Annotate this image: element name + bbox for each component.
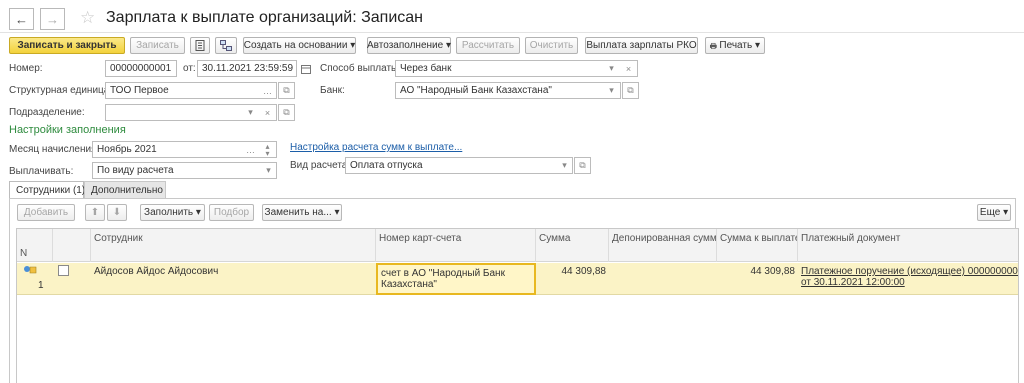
open-link-icon[interactable]: ⧉ [574, 157, 591, 174]
clear-x-icon[interactable]: × [620, 60, 637, 77]
calc-type-label: Вид расчета: [290, 160, 351, 171]
header-n[interactable]: N [17, 229, 53, 262]
printer-icon [710, 42, 717, 49]
header-employee[interactable]: Сотрудник [91, 229, 376, 262]
print-button[interactable]: Печать ▾ [705, 37, 765, 54]
create-based-on-button[interactable]: Создать на основании ▾ [243, 37, 356, 54]
document-list-icon[interactable] [190, 37, 210, 54]
chevron-down-icon: ▾ [1003, 207, 1009, 218]
row-checkbox[interactable] [58, 265, 69, 276]
payment-doc-link-line2[interactable]: от 30.11.2021 12:00:00 [801, 277, 1015, 288]
number-field[interactable]: 00000000001 [105, 60, 177, 77]
chevron-down-icon[interactable]: ▾ [556, 157, 573, 174]
chevron-down-icon[interactable]: ▾ [260, 162, 277, 179]
add-row-button[interactable]: Добавить [17, 204, 75, 221]
number-label: Номер: [9, 63, 43, 74]
payroll-rko-button[interactable]: Выплата зарплаты РКО [585, 37, 698, 54]
clear-button[interactable]: Очистить [525, 37, 578, 54]
settings-calc-link[interactable]: Настройка расчета сумм к выплате... [290, 142, 462, 153]
bank-field[interactable]: АО "Народный Банк Казахстана" [395, 82, 621, 99]
unit-label: Структурная единица: [9, 85, 113, 96]
tab-employees[interactable]: Сотрудники (1) [9, 181, 85, 199]
calendar-icon[interactable] [297, 60, 314, 77]
arrow-left-icon: ← [15, 11, 28, 27]
save-and-close-button[interactable]: Записать и закрыть [9, 37, 125, 54]
settings-section-title: Настройки заполнения [9, 124, 126, 136]
spin-stepper-icon[interactable]: ▴ ▾ [259, 141, 276, 158]
move-up-button[interactable]: ⬆ [85, 204, 105, 221]
calc-type-field[interactable]: Оплата отпуска [345, 157, 573, 174]
title-divider [0, 32, 1024, 33]
header-deposited[interactable]: Депонированная сумма [609, 229, 717, 262]
ellipsis-icon[interactable]: … [242, 141, 259, 158]
chevron-down-icon[interactable]: ▾ [242, 104, 259, 121]
replace-with-button[interactable]: Заменить на... ▾ [262, 204, 342, 221]
header-payment-doc[interactable]: Платежный документ [798, 229, 1018, 262]
subdivision-label: Подразделение: [9, 107, 85, 118]
table-header: N Сотрудник Номер карт-счета Сумма Депон… [17, 229, 1018, 262]
month-label: Месяц начисления: [9, 144, 100, 155]
chevron-down-icon[interactable]: ▾ [603, 82, 620, 99]
open-link-icon[interactable]: ⧉ [278, 104, 295, 121]
row-payment-doc[interactable]: Платежное поручение (исходящее) 00000000… [798, 263, 1018, 295]
row-sum[interactable]: 44 309,88 [536, 263, 609, 295]
date-field[interactable]: 30.11.2021 23:59:59 [197, 60, 297, 77]
chevron-down-icon: ▾ [195, 207, 201, 218]
chevron-down-icon[interactable]: ▾ [603, 60, 620, 77]
open-link-icon[interactable]: ⧉ [622, 82, 639, 99]
pay-field[interactable]: По виду расчета [92, 162, 277, 179]
bank-label: Банк: [320, 85, 345, 96]
payment-method-label: Способ выплаты: [320, 63, 402, 74]
table-row[interactable]: 1 Айдосов Айдос Айдосович счет в АО "Нар… [17, 263, 1018, 295]
header-to-pay[interactable]: Сумма к выплате [717, 229, 798, 262]
header-card-account[interactable]: Номер карт-счета [376, 229, 536, 262]
back-button[interactable]: ← [9, 8, 34, 30]
row-number: 1 [38, 280, 44, 291]
move-down-button[interactable]: ⬇ [107, 204, 127, 221]
row-card-account[interactable]: счет в АО "Народный Банк Казахстана" [376, 263, 536, 295]
tab-additional[interactable]: Дополнительно [84, 181, 166, 199]
row-deposited[interactable] [609, 263, 717, 295]
employees-table: N Сотрудник Номер карт-счета Сумма Депон… [16, 228, 1019, 383]
unit-field[interactable]: ТОО Первое [105, 82, 277, 99]
calculate-button[interactable]: Рассчитать [456, 37, 520, 54]
favorite-star-icon[interactable]: ☆ [80, 8, 95, 28]
chevron-down-icon: ▾ [445, 40, 451, 51]
chevron-down-icon: ▾ [754, 40, 760, 51]
arrow-down-icon: ⬇ [112, 207, 122, 218]
forward-button[interactable]: → [40, 8, 65, 30]
save-button[interactable]: Записать [130, 37, 185, 54]
clear-x-icon[interactable]: × [259, 104, 276, 121]
page-title: Зарплата к выплате организаций: Записан [106, 9, 423, 26]
row-to-pay[interactable]: 44 309,88 [717, 263, 798, 295]
chevron-down-icon: ▾ [334, 207, 340, 218]
chevron-down-icon: ▾ [350, 40, 356, 51]
more-button[interactable]: Еще ▾ [977, 204, 1011, 221]
payment-method-field[interactable]: Через банк [395, 60, 638, 77]
arrow-right-icon: → [46, 11, 59, 27]
row-employee[interactable]: Айдосов Айдос Айдосович [91, 263, 376, 295]
header-sum[interactable]: Сумма [536, 229, 609, 262]
payment-doc-link-line1[interactable]: Платежное поручение (исходящее) 00000000… [801, 266, 1018, 277]
fill-button[interactable]: Заполнить ▾ [140, 204, 205, 221]
date-label: от: [183, 63, 196, 74]
autofill-button[interactable]: Автозаполнение ▾ [367, 37, 451, 54]
ellipsis-icon[interactable]: … [259, 82, 276, 99]
header-checkbox [53, 229, 91, 262]
structure-icon[interactable] [215, 37, 237, 54]
arrow-up-icon: ⬆ [90, 207, 100, 218]
select-button[interactable]: Подбор [209, 204, 254, 221]
open-link-icon[interactable]: ⧉ [278, 82, 295, 99]
pay-label: Выплачивать: [9, 166, 74, 177]
